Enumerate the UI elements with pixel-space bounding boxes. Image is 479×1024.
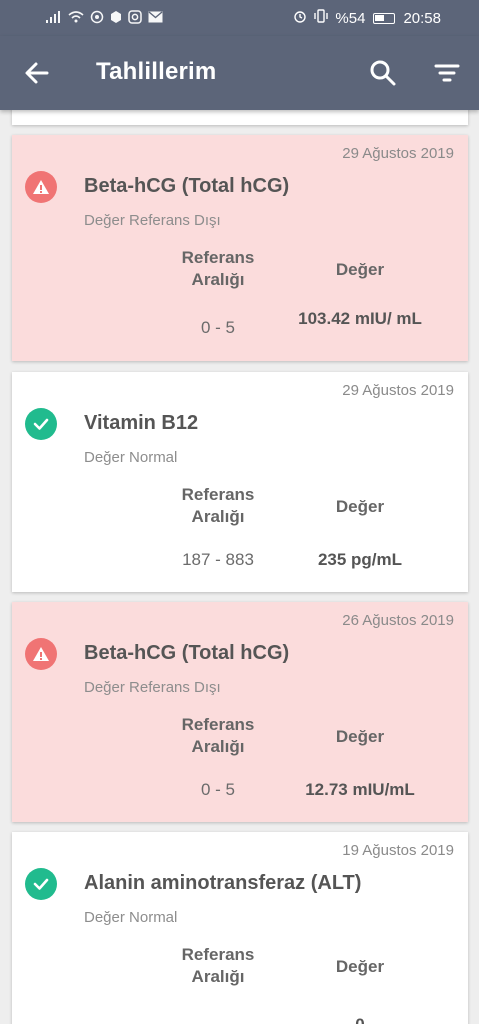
instagram-icon — [128, 9, 142, 27]
test-name: Alanin aminotransferaz (ALT) — [84, 872, 362, 894]
test-results-list[interactable]: 29 Ağustos 2019 Beta-hCG (Total hCG) Değ… — [0, 110, 479, 1024]
value-header: Değer — [335, 497, 385, 516]
test-result-card[interactable]: 26 Ağustos 2019 Beta-hCG (Total hCG) Değ… — [12, 602, 468, 822]
reference-range: - — [160, 1014, 276, 1024]
test-name: Beta-hCG (Total hCG) — [84, 175, 290, 197]
value-header: Değer — [335, 727, 385, 746]
reference-range-header: Referans Aralığı — [181, 945, 255, 986]
result-status: Değer Referans Dışı — [84, 212, 221, 229]
check-icon — [25, 868, 57, 900]
reference-range: 0 - 5 — [200, 780, 236, 799]
notification-icons — [46, 9, 163, 27]
test-result-card[interactable]: 29 Ağustos 2019 Beta-hCG (Total hCG) Değ… — [12, 135, 468, 361]
warning-icon — [25, 638, 57, 670]
result-value: 0 — [294, 1014, 426, 1024]
result-status: Değer Normal — [84, 449, 178, 466]
test-name: Vitamin B12 — [84, 412, 199, 434]
result-status: Değer Normal — [84, 909, 178, 926]
check-icon — [25, 408, 57, 440]
search-button[interactable] — [368, 58, 398, 88]
app-notification-icon — [110, 10, 122, 27]
reference-range-header: Referans Aralığı — [181, 715, 255, 756]
battery-percent: %54 — [335, 9, 366, 27]
warning-icon — [25, 171, 57, 203]
result-value: 235 pg/mL — [317, 550, 403, 569]
app-bar: Tahlillerim — [0, 36, 479, 110]
reference-range-header: Referans Aralığı — [181, 248, 255, 289]
test-name: Beta-hCG (Total hCG) — [84, 642, 290, 664]
alarm-icon — [293, 9, 307, 27]
reference-range: 0 - 5 — [200, 318, 236, 337]
whatsapp-icon — [90, 10, 104, 27]
test-result-card[interactable]: 19 Ağustos 2019 Alanin aminotransferaz (… — [12, 832, 468, 1024]
result-date: 29 Ağustos 2019 — [342, 382, 454, 399]
wifi-icon — [68, 10, 84, 26]
filter-button[interactable] — [432, 58, 462, 88]
clock: 20:58 — [403, 9, 441, 27]
result-date: 26 Ağustos 2019 — [342, 612, 454, 629]
previous-result-card[interactable] — [12, 110, 468, 125]
search-icon — [370, 60, 396, 86]
back-button[interactable] — [22, 58, 52, 88]
vibrate-icon — [313, 9, 329, 27]
status-bar: %54 20:58 — [0, 0, 479, 36]
reference-range-header: Referans Aralığı — [181, 485, 255, 526]
result-value: 12.73 mIU/mL — [305, 780, 415, 799]
mail-icon — [148, 10, 163, 26]
value-header: Değer — [335, 957, 385, 976]
result-status: Değer Referans Dışı — [84, 679, 221, 696]
value-header: Değer — [335, 260, 385, 279]
test-result-card[interactable]: 29 Ağustos 2019 Vitamin B12 Değer Normal… — [12, 372, 468, 592]
result-date: 29 Ağustos 2019 — [342, 145, 454, 162]
system-status: %54 20:58 — [293, 9, 441, 27]
reference-range: 187 - 883 — [182, 550, 254, 569]
page-title: Tahlillerim — [96, 58, 217, 85]
filter-icon — [434, 64, 460, 82]
signal-icon — [46, 10, 62, 26]
result-value: 103.42 mIU/ mL — [298, 309, 422, 328]
battery-icon — [373, 12, 396, 24]
back-arrow-icon — [25, 62, 49, 84]
result-date: 19 Ağustos 2019 — [342, 842, 454, 859]
